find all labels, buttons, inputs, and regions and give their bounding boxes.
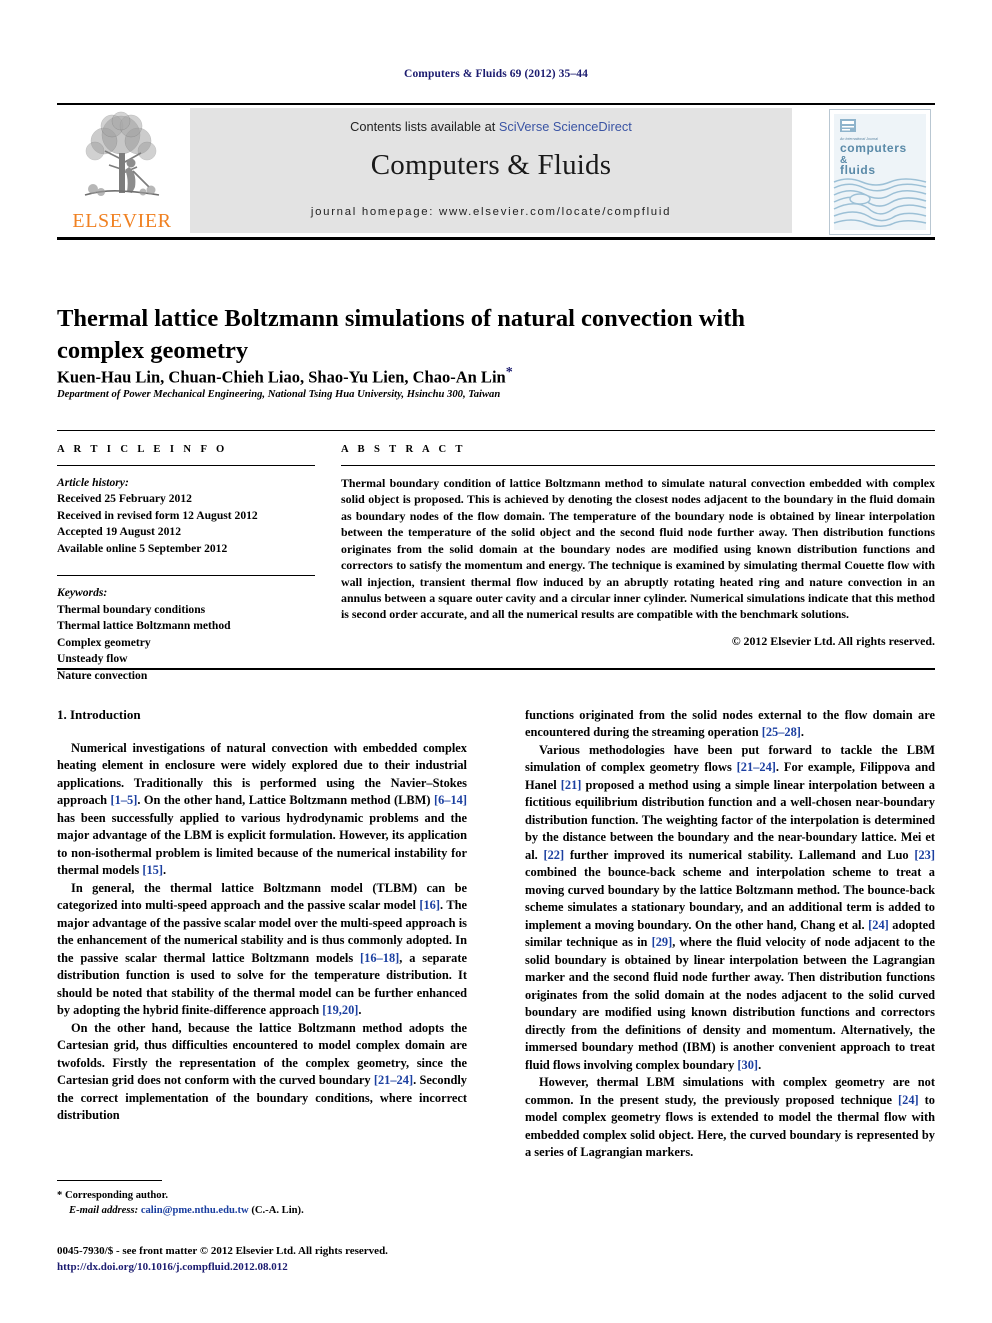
svg-text:fluids: fluids	[840, 163, 876, 177]
body-paragraph: In general, the thermal lattice Boltzman…	[57, 880, 467, 1020]
paragraph-text: .	[163, 863, 167, 878]
article-history-label: Article history:	[57, 476, 129, 489]
body-column-right: functions originated from the solid node…	[525, 707, 935, 1162]
elsevier-wordmark: ELSEVIER	[72, 210, 172, 232]
citation-reference[interactable]: [16]	[419, 898, 440, 912]
journal-homepage-line[interactable]: journal homepage: www.elsevier.com/locat…	[190, 206, 792, 218]
keywords-rule	[57, 575, 315, 577]
abstract-column: A B S T R A C T Thermal boundary conditi…	[341, 444, 935, 649]
email-label: E-mail address:	[69, 1205, 139, 1217]
paragraph-text: However, thermal LBM simulations with co…	[525, 1075, 935, 1107]
citation-reference[interactable]: [30]	[737, 1058, 758, 1072]
article-info-column: A R T I C L E I N F O Article history: R…	[57, 444, 315, 684]
article-info-heading: A R T I C L E I N F O	[57, 444, 228, 455]
left-paragraphs: Numerical investigations of natural conv…	[57, 740, 467, 1125]
citation-reference[interactable]: [21]	[561, 778, 582, 792]
body-column-left: 1. Introduction Numerical investigations…	[57, 707, 467, 1125]
footnote-rule	[57, 1180, 162, 1181]
citation-reference[interactable]: [19,20]	[322, 1003, 358, 1017]
corresponding-author-footnote: * Corresponding author. E-mail address: …	[57, 1188, 477, 1218]
abstract-heading: A B S T R A C T	[341, 444, 466, 455]
sciencedirect-link[interactable]: SciVerse ScienceDirect	[499, 119, 632, 134]
svg-text:computers: computers	[840, 141, 907, 155]
body-paragraph: Numerical investigations of natural conv…	[57, 740, 467, 880]
right-paragraphs: functions originated from the solid node…	[525, 707, 935, 1162]
keyword-item: Thermal boundary conditions	[57, 602, 206, 616]
journal-cover-art: An International Journal computers & flu…	[830, 110, 930, 234]
paragraph-text: , where the fluid velocity of node adjac…	[525, 935, 935, 1072]
paragraph-text: .	[800, 725, 805, 740]
keyword-item: Thermal lattice Boltzmann method	[57, 619, 231, 633]
section-title-introduction: 1. Introduction	[57, 707, 141, 722]
citation-reference[interactable]: [15]	[142, 863, 163, 877]
citation-reference[interactable]: [24]	[868, 918, 889, 932]
author-list: Kuen-Hau Lin, Chuan-Chieh Liao, Shao-Yu …	[57, 365, 857, 388]
elsevier-tree-icon	[84, 111, 160, 196]
paragraph-text: .	[758, 1057, 762, 1072]
keyword-item: Unsteady flow	[57, 652, 128, 666]
keywords-label: Keywords:	[57, 586, 108, 600]
citation-reference[interactable]: [22]	[543, 848, 564, 862]
abstract-rule	[341, 465, 935, 466]
email-link[interactable]: calin@pme.nthu.edu.tw	[141, 1205, 249, 1216]
keyword-item: Complex geometry	[57, 635, 151, 649]
history-item: Received in revised form 12 August 2012	[57, 508, 258, 522]
history-item: Received 25 February 2012	[57, 492, 192, 506]
citation-reference[interactable]: [21–24]	[374, 1073, 413, 1087]
paragraph-text: further improved its numerical stability…	[564, 847, 915, 862]
journal-article-page: Computers & Fluids 69 (2012) 35–44 Conte…	[0, 0, 992, 1323]
citation-reference[interactable]: [16–18]	[360, 951, 399, 965]
body-paragraph: Various methodologies have been put forw…	[525, 742, 935, 1074]
corresponding-author-text: Corresponding author.	[64, 1190, 168, 1201]
paragraph-text: functions originated from the solid node…	[525, 708, 935, 740]
info-top-rule	[57, 430, 935, 431]
paragraph-text: has been successfully applied to various…	[57, 810, 467, 878]
masthead-bottom-rule	[57, 237, 935, 240]
keyword-item: Nature convection	[57, 668, 148, 682]
author-names: Kuen-Hau Lin, Chuan-Chieh Liao, Shao-Yu …	[57, 367, 506, 387]
body-paragraph: However, thermal LBM simulations with co…	[525, 1074, 935, 1161]
page-footer: 0045-7930/$ - see front matter © 2012 El…	[57, 1244, 617, 1276]
citation-reference[interactable]: [25–28]	[762, 725, 801, 739]
paragraph-text: . On the other hand, Lattice Boltzmann m…	[137, 793, 434, 808]
corresponding-author-marker: *	[505, 365, 513, 380]
author-affiliation: Department of Power Mechanical Engineeri…	[57, 389, 501, 400]
paragraph-text: In general, the thermal lattice Boltzman…	[57, 880, 467, 913]
journal-masthead: Contents lists available at SciVerse Sci…	[57, 105, 935, 236]
contents-lists-line: Contents lists available at SciVerse Sci…	[190, 119, 792, 134]
info-bottom-rule	[57, 668, 935, 670]
history-item: Accepted 19 August 2012	[57, 525, 181, 539]
running-head: Computers & Fluids 69 (2012) 35–44	[404, 68, 588, 80]
history-item: Available online 5 September 2012	[57, 541, 228, 555]
email-suffix: (C.-A. Lin).	[251, 1205, 304, 1217]
doi-link[interactable]: http://dx.doi.org/10.1016/j.compfluid.20…	[57, 1260, 617, 1276]
paragraph-text: .	[358, 1003, 362, 1018]
journal-cover-thumbnail: An International Journal computers & flu…	[829, 109, 931, 235]
elsevier-logo: ELSEVIER	[63, 109, 181, 233]
issn-copyright-line: 0045-7930/$ - see front matter © 2012 El…	[57, 1245, 388, 1257]
footnote-marker: *	[57, 1190, 63, 1201]
email-line: E-mail address: calin@pme.nthu.edu.tw (C…	[57, 1203, 477, 1218]
corresponding-author-line: * Corresponding author.	[57, 1188, 477, 1203]
abstract-text: Thermal boundary condition of lattice Bo…	[341, 476, 935, 622]
citation-reference[interactable]: [24]	[898, 1093, 919, 1107]
citation-reference[interactable]: [6–14]	[434, 793, 467, 807]
body-paragraph: On the other hand, because the lattice B…	[57, 1020, 467, 1125]
citation-reference[interactable]: [29]	[652, 935, 673, 949]
article-title: Thermal lattice Boltzmann simulations of…	[57, 305, 746, 364]
abstract-copyright: © 2012 Elsevier Ltd. All rights reserved…	[731, 633, 935, 648]
journal-title: Computers & Fluids	[370, 149, 612, 181]
contents-prefix-text: Contents lists available at	[350, 119, 499, 134]
article-history-block: Article history: Received 25 February 20…	[57, 475, 315, 557]
citation-reference[interactable]: [21–24]	[737, 760, 776, 774]
citation-reference[interactable]: [23]	[914, 848, 935, 862]
citation-reference[interactable]: [1–5]	[111, 793, 138, 807]
article-info-rule	[57, 465, 315, 466]
body-paragraph: functions originated from the solid node…	[525, 707, 935, 742]
